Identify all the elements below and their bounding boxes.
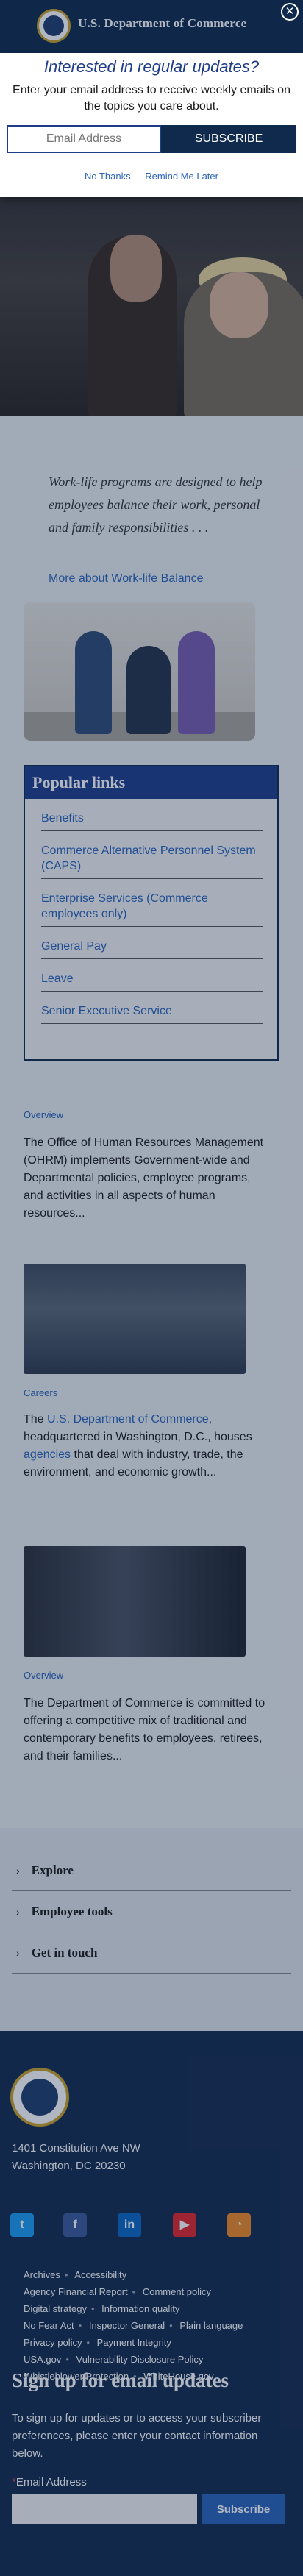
modal-email-input[interactable] [7,125,161,153]
doc-link[interactable]: U.S. Department of Commerce [47,1413,209,1426]
footer-signup-heading: Sign up for email updates [12,2369,229,2391]
footer-link[interactable]: Plain language [179,2320,243,2331]
footer-link[interactable]: Agency Financial Report [24,2286,128,2297]
popular-link-general-pay[interactable]: General Pay [41,934,263,959]
close-icon[interactable]: ✕ [281,3,299,21]
site-footer: 1401 Constitution Ave NW Washington, DC 2… [0,2031,303,2576]
linkedin-icon[interactable]: in [118,2213,141,2237]
accordion-get-in-touch[interactable]: › Get in touch [12,1932,291,1974]
worklife-quote: Work-life programs are designed to help … [49,474,263,535]
accordion-employee-tools[interactable]: › Employee tools [12,1891,291,1932]
footer-link[interactable]: Archives [24,2269,60,2280]
popular-link-ses[interactable]: Senior Executive Service [41,999,263,1024]
chevron-right-icon: › [16,1946,20,1959]
presentation-photo [24,1546,246,1657]
popular-link-leave[interactable]: Leave [41,967,263,992]
rss-icon[interactable]: ◔ [227,2213,251,2237]
popular-links-heading: Popular links [25,766,277,799]
footer-link[interactable]: No Fear Act [24,2320,74,2331]
footer-links: Archives • Accessibility Agency Financial… [24,2269,243,2382]
page: U.S. Department of Commerce Work-life pr… [0,0,303,2576]
worklife-more-link[interactable]: More about Work-life Balance [49,572,203,586]
overview-eyebrow[interactable]: Overview [24,1109,63,1120]
footer-accordion: › Explore › Employee tools › Get in touch [0,1828,303,2031]
popular-links-panel: Popular links Benefits Commerce Alternat… [24,765,279,1061]
modal-text: Enter your email address to receive week… [13,84,290,113]
chevron-right-icon: › [16,1905,20,1918]
footer-email-field[interactable] [12,2494,197,2524]
footer-link[interactable]: USA.gov [24,2354,61,2365]
family-photo [24,602,255,741]
popular-link-enterprise-services[interactable]: Enterprise Services (Commerce employees … [41,886,263,927]
footer-link[interactable]: Privacy policy [24,2337,82,2348]
twitter-icon[interactable]: t [10,2213,34,2237]
footer-link[interactable]: Accessibility [74,2269,126,2280]
facebook-icon[interactable]: f [63,2213,87,2237]
footer-link[interactable]: Digital strategy [24,2303,87,2314]
accordion-explore[interactable]: › Explore [12,1850,291,1891]
popular-link-caps[interactable]: Commerce Alternative Personnel System (C… [41,839,263,879]
popular-link-benefits[interactable]: Benefits [41,806,263,831]
footer-email-label: *Email Address [12,2476,87,2488]
footer-link[interactable]: Payment Integrity [97,2337,171,2348]
footer-signup-text: To sign up for updates or to access your… [12,2412,262,2460]
site-title[interactable]: U.S. Department of Commerce [78,16,246,31]
footer-seal-logo[interactable] [10,2068,69,2127]
overview-text: The Office of Human Resources Management… [24,1136,264,1220]
footer-link[interactable]: Vulnerability Disclosure Policy [76,2354,204,2365]
modal-subscribe-button[interactable]: SUBSCRIBE [161,125,296,153]
careers-eyebrow[interactable]: Careers [24,1387,57,1398]
youtube-icon[interactable]: ▶ [173,2213,196,2237]
conference-photo [24,1264,246,1374]
remind-later-link[interactable]: Remind Me Later [145,171,218,182]
benefits-overview-text: The Department of Commerce is committed … [24,1697,265,1762]
footer-link[interactable]: Inspector General [89,2320,165,2331]
footer-subscribe-button[interactable]: Subscribe [202,2494,285,2524]
footer-link[interactable]: Information quality [101,2303,179,2314]
modal-heading: Interested in regular updates? [43,57,260,76]
no-thanks-link[interactable]: No Thanks [85,171,131,182]
footer-link[interactable]: Comment policy [143,2286,211,2297]
agencies-link[interactable]: agencies [24,1448,71,1461]
email-signup-modal: Interested in regular updates? Enter you… [0,53,303,197]
footer-address: 1401 Constitution Ave NW Washington, DC 2… [12,2142,140,2172]
commerce-seal-logo[interactable] [37,9,71,43]
careers-text: The U.S. Department of Commerce, headqua… [24,1413,252,1479]
chevron-right-icon: › [16,1864,20,1876]
overview2-eyebrow[interactable]: Overview [24,1670,63,1681]
site-header: U.S. Department of Commerce [0,0,303,53]
